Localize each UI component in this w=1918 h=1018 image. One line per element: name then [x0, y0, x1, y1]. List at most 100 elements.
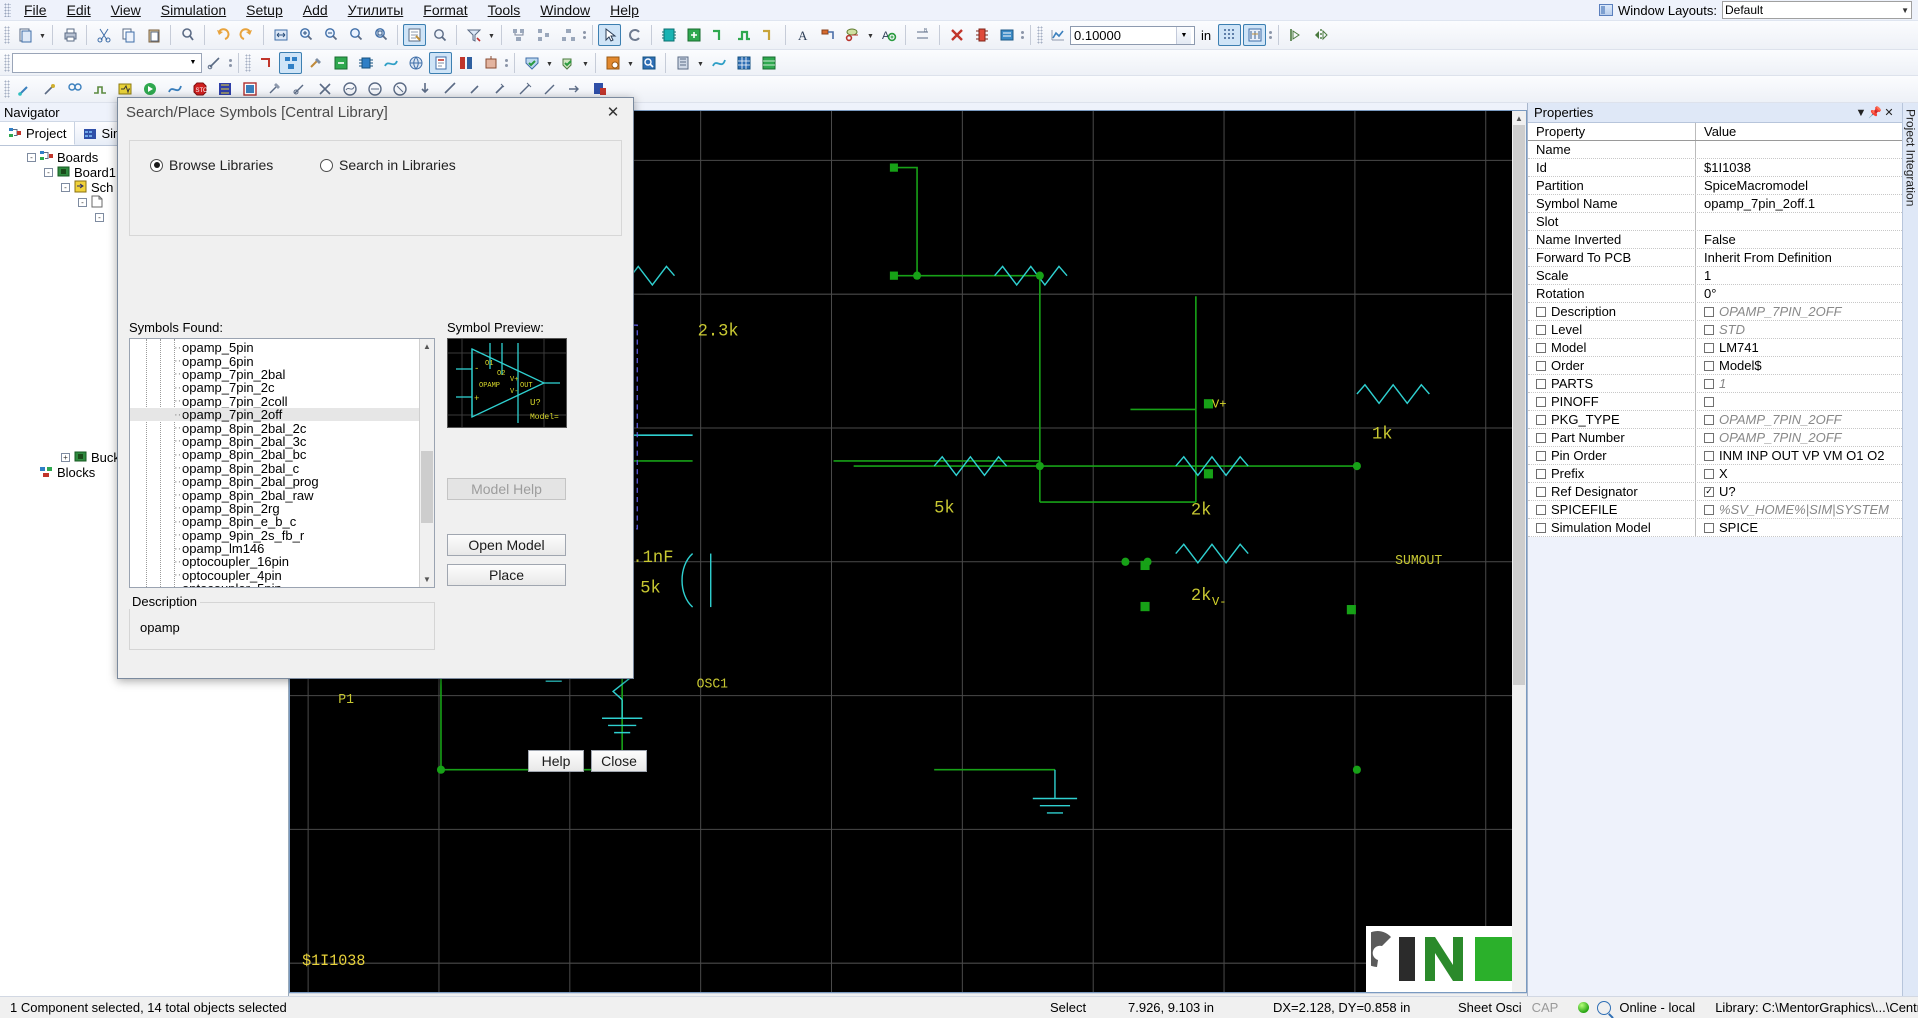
symbol-list-item[interactable]: ··· opamp_8pin_2bal_2c	[130, 421, 434, 436]
zoom-selection-button[interactable]	[369, 24, 392, 46]
project-integration-tab[interactable]: Project Integration	[1902, 103, 1918, 1009]
add-pin-dropdown-icon[interactable]: ▼	[865, 24, 876, 46]
menu-item-simulation[interactable]: Simulation	[151, 0, 236, 20]
property-row[interactable]: Partition SpiceMacromodel	[1528, 177, 1902, 195]
add-component-button[interactable]	[657, 24, 680, 46]
grid-size-input[interactable]: 0.10000 ▼	[1070, 25, 1195, 45]
toolbar-overflow-3[interactable]	[1267, 24, 1274, 46]
probe-voltage-button[interactable]	[38, 78, 61, 100]
symbol-list-item[interactable]: ··· opamp_lm146	[130, 541, 434, 556]
zoom-in-button[interactable]	[294, 24, 317, 46]
tree-expander[interactable]: -	[44, 168, 53, 177]
signals-button[interactable]	[379, 52, 402, 74]
property-value-cell[interactable]: Inherit From Definition	[1696, 249, 1902, 266]
toolbar-grip-1[interactable]	[4, 26, 10, 44]
package-edit-button[interactable]	[995, 24, 1018, 46]
property-row[interactable]: Symbol Name opamp_7pin_2off.1	[1528, 195, 1902, 213]
symbol-list-item[interactable]: ··· opamp_9pin_2s_fb_r	[130, 528, 434, 543]
add-wire-button[interactable]	[707, 24, 730, 46]
menu-item-tools[interactable]: Tools	[478, 0, 531, 20]
property-name-checkbox[interactable]	[1536, 504, 1546, 515]
menu-item-add[interactable]: Add	[293, 0, 338, 20]
zoom-fit-button[interactable]	[269, 24, 292, 46]
property-value-checkbox[interactable]	[1704, 504, 1714, 515]
property-row[interactable]: PINOFF	[1528, 393, 1902, 411]
dialog-close-icon[interactable]: ✕	[601, 102, 625, 122]
tree-expander[interactable]: -	[78, 198, 87, 207]
show-grid-button[interactable]	[1218, 24, 1242, 46]
new-document-dropdown-icon[interactable]: ▼	[37, 24, 48, 46]
search-place-symbols-dialog[interactable]: Search/Place Symbols [Central Library] ✕…	[117, 97, 647, 772]
property-name-checkbox[interactable]	[1536, 378, 1546, 389]
property-value-checkbox[interactable]	[1704, 522, 1714, 533]
pin-icon[interactable]: 📌	[1868, 106, 1882, 119]
menu-grip[interactable]	[4, 3, 11, 17]
check-button[interactable]	[556, 52, 579, 74]
list-scroll-down-icon[interactable]: ▼	[420, 572, 434, 587]
radio-browse-libraries[interactable]: Browse Libraries	[150, 157, 320, 173]
property-row[interactable]: Rotation 0°	[1528, 285, 1902, 303]
property-value-cell[interactable]: X	[1696, 465, 1902, 482]
mirror-button[interactable]	[1309, 24, 1332, 46]
menu-item-help[interactable]: Help	[600, 0, 649, 20]
property-row[interactable]: Name	[1528, 141, 1902, 159]
symbol-list-item[interactable]: ··· opamp_5pin	[130, 340, 434, 355]
property-value-cell[interactable]	[1696, 393, 1902, 410]
report-button[interactable]	[429, 51, 452, 74]
property-value-cell[interactable]: opamp_7pin_2off.1	[1696, 195, 1902, 212]
property-value-cell[interactable]: ✓ U?	[1696, 483, 1902, 500]
probe-current-button[interactable]	[63, 78, 86, 100]
symbol-list-item[interactable]: ··· opamp_6pin	[130, 354, 434, 369]
toolbar-overflow-2[interactable]	[1019, 24, 1026, 46]
menu-item-edit[interactable]: Edit	[57, 0, 101, 20]
scroll-up-icon[interactable]: ▲	[1512, 111, 1526, 125]
menu-item-setup[interactable]: Setup	[236, 0, 293, 20]
property-row[interactable]: Slot	[1528, 213, 1902, 231]
toolbar-grip-3[interactable]	[245, 53, 251, 72]
property-value-checkbox[interactable]: ✓	[1704, 486, 1714, 497]
check-dropdown-icon[interactable]: ▼	[580, 52, 591, 74]
property-value-cell[interactable]: LM741	[1696, 339, 1902, 356]
hierarchy-up-button[interactable]	[507, 24, 530, 46]
property-row[interactable]: Id $1I1038	[1528, 159, 1902, 177]
property-value-cell[interactable]: OPAMP_7PIN_2OFF	[1696, 303, 1902, 320]
property-row[interactable]: Part Number OPAMP_7PIN_2OFF	[1528, 429, 1902, 447]
property-value-cell[interactable]	[1696, 213, 1902, 230]
help-button[interactable]: Help	[528, 750, 584, 772]
property-row[interactable]: SPICEFILE %SV_HOME%|SIM|SYSTEM	[1528, 501, 1902, 519]
property-value-checkbox[interactable]	[1704, 360, 1714, 371]
property-row[interactable]: PARTS 1	[1528, 375, 1902, 393]
filter-button[interactable]	[462, 24, 485, 46]
tree-expander[interactable]: -	[61, 183, 70, 192]
vertical-scroll-thumb[interactable]	[1513, 125, 1525, 685]
symbols-list-scrollbar[interactable]: ▲ ▼	[419, 339, 434, 587]
property-name-checkbox[interactable]	[1536, 306, 1546, 317]
menu-item-view[interactable]: View	[101, 0, 151, 20]
symbol-list-item[interactable]: ··· optocoupler_4pin	[130, 568, 434, 583]
property-value-checkbox[interactable]	[1704, 432, 1714, 443]
snap-to-grid-button[interactable]	[1243, 24, 1267, 46]
select-tool-button[interactable]	[598, 24, 621, 46]
hierarchy-down-button[interactable]	[532, 24, 555, 46]
property-value-checkbox[interactable]	[1704, 450, 1714, 461]
netlist-button[interactable]	[279, 51, 302, 74]
property-value-cell[interactable]: INM INP OUT VP VM O1 O2	[1696, 447, 1902, 464]
symbol-list-item[interactable]: ··· opamp_7pin_2bal	[130, 367, 434, 382]
package-button[interactable]	[970, 24, 993, 46]
menu-item-format[interactable]: Format	[413, 0, 477, 20]
zoom-previous-button[interactable]	[428, 24, 451, 46]
tree-expander[interactable]: -	[27, 153, 36, 162]
probe-power-button[interactable]	[88, 78, 111, 100]
verify-dropdown-icon[interactable]: ▼	[544, 52, 555, 74]
settings-orange-button[interactable]	[601, 52, 624, 74]
corner-route-button[interactable]	[254, 52, 277, 74]
symbol-list-item[interactable]: ··· opamp_8pin_2bal_prog	[130, 474, 434, 489]
globe-button[interactable]	[404, 52, 427, 74]
property-value-cell[interactable]	[1696, 141, 1902, 158]
library-button[interactable]	[671, 52, 694, 74]
property-value-cell[interactable]: OPAMP_7PIN_2OFF	[1696, 411, 1902, 428]
align-left-button[interactable]	[1284, 24, 1307, 46]
property-value-cell[interactable]: Model$	[1696, 357, 1902, 374]
toolbar-grip-4[interactable]	[4, 80, 10, 98]
property-name-checkbox[interactable]	[1536, 486, 1546, 497]
